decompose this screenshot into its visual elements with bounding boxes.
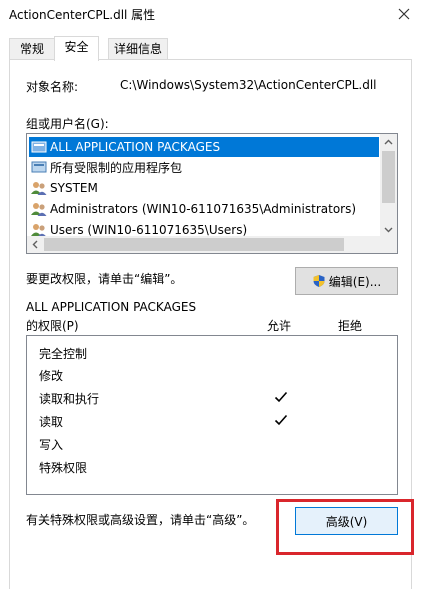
scrollbar-corner [380,236,397,253]
permission-read: 读取 [39,415,64,429]
allow-check-icon [274,391,288,403]
permission-full-control: 完全控制 [39,347,88,361]
users-icon [31,182,47,195]
list-item[interactable]: ALL APPLICATION PACKAGES [29,137,379,157]
title-bar: ActionCenterCPL.dll 属性 [0,0,421,30]
permissions-label: 的权限(P) [26,319,79,333]
scroll-left-icon[interactable] [27,236,44,253]
horizontal-scroll-thumb[interactable] [44,238,344,251]
scroll-up-icon[interactable] [380,134,397,151]
list-item[interactable]: 所有受限制的应用程序包 [29,157,381,177]
permissions-list: 完全控制 修改 读取和执行 读取 写入 特殊权限 [26,335,398,495]
tab-general[interactable]: 常规 [9,38,55,60]
groups-label: 组或用户名(G): [26,117,109,131]
users-icon [31,203,47,216]
deny-column-header: 拒绝 [338,319,363,333]
list-item[interactable]: SYSTEM [29,178,381,198]
permission-write: 写入 [39,438,64,452]
tab-security[interactable]: 安全 [54,36,99,61]
object-name-value: C:\Windows\System32\ActionCenterCPL.dll [120,78,377,92]
list-item[interactable]: Administrators (WIN10-611071635\Administ… [29,199,381,219]
vertical-scroll-thumb[interactable] [382,151,395,203]
permission-special: 特殊权限 [39,461,88,475]
permission-read-execute: 读取和执行 [39,392,100,406]
permission-modify: 修改 [39,369,64,383]
edit-hint: 要更改权限，请单击“编辑”。 [26,272,183,286]
package-icon [31,141,47,153]
close-icon[interactable] [393,3,415,25]
uac-shield-icon [313,275,325,287]
groups-listbox[interactable]: ALL APPLICATION PACKAGES 所有受限制的应用程序包 SYS… [26,133,398,254]
allow-check-icon [274,414,288,426]
tab-details[interactable]: 详细信息 [108,38,168,60]
highlight-annotation [276,499,414,555]
window-title: ActionCenterCPL.dll 属性 [9,8,156,22]
edit-button[interactable]: 编辑(E)... [295,267,398,295]
permissions-principal: ALL APPLICATION PACKAGES [26,300,197,314]
allow-column-header: 允许 [267,319,292,333]
package-icon [31,161,47,173]
vertical-scrollbar[interactable] [380,134,397,238]
object-name-label: 对象名称: [26,80,79,94]
advanced-hint: 有关特殊权限或高级设置，请单击“高级”。 [26,513,255,527]
horizontal-scrollbar[interactable] [27,236,397,253]
